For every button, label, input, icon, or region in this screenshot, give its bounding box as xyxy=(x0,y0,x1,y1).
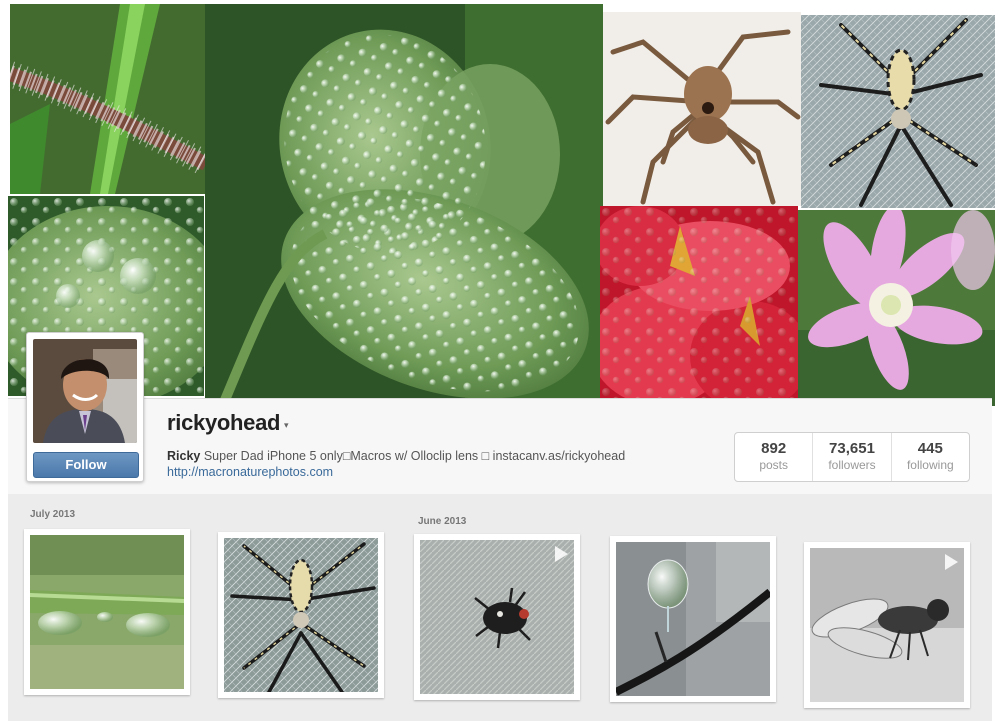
chevron-down-icon[interactable]: ▾ xyxy=(284,420,289,431)
stat-posts-label: posts xyxy=(759,458,788,472)
stat-followers-label: followers xyxy=(828,458,876,472)
stat-followers[interactable]: 73,651 followers xyxy=(813,433,892,481)
feed-thumbnail[interactable] xyxy=(610,536,776,702)
avatar-card: Follow xyxy=(26,332,144,482)
stat-posts[interactable]: 892 posts xyxy=(735,433,814,481)
profile-stats: 892 posts 73,651 followers 445 following xyxy=(734,432,970,482)
stat-following-count: 445 xyxy=(917,440,943,457)
cover-photo-hairy-stem[interactable] xyxy=(10,4,206,194)
video-play-icon xyxy=(945,554,958,570)
feed-thumbnail[interactable] xyxy=(804,542,970,708)
month-label: June 2013 xyxy=(418,516,467,527)
website-link[interactable]: http://macronaturephotos.com xyxy=(167,465,333,479)
month-label: July 2013 xyxy=(30,509,76,520)
avatar[interactable] xyxy=(33,339,137,443)
bio-full-name: Ricky xyxy=(167,449,201,463)
cover-photo-clover-drops[interactable] xyxy=(205,4,603,400)
follow-button[interactable]: Follow xyxy=(33,452,139,478)
bio-text: Super Dad iPhone 5 only□Macros w/ Ollocl… xyxy=(200,449,626,463)
stat-followers-count: 73,651 xyxy=(829,440,875,457)
cover-photo-hunting-spider[interactable] xyxy=(603,12,801,206)
feed-thumbnail[interactable] xyxy=(218,532,384,698)
cover-photo-red-flower[interactable] xyxy=(600,206,798,404)
stat-following[interactable]: 445 following xyxy=(892,433,969,481)
cover-photo-argiope-spider[interactable] xyxy=(801,15,995,208)
stat-following-label: following xyxy=(906,458,954,472)
photo-feed: July 2013 June 2013 xyxy=(8,494,992,721)
stat-posts-count: 892 xyxy=(761,440,787,457)
feed-thumbnail[interactable] xyxy=(414,534,580,700)
bio: Ricky Super Dad iPhone 5 only□Macros w/ … xyxy=(167,449,625,463)
cover-mosaic xyxy=(0,0,1000,406)
cover-photo-pink-flower[interactable] xyxy=(798,210,995,406)
username[interactable]: rickyohead xyxy=(167,410,280,436)
feed-thumbnail[interactable] xyxy=(24,529,190,695)
video-play-icon xyxy=(555,546,568,562)
